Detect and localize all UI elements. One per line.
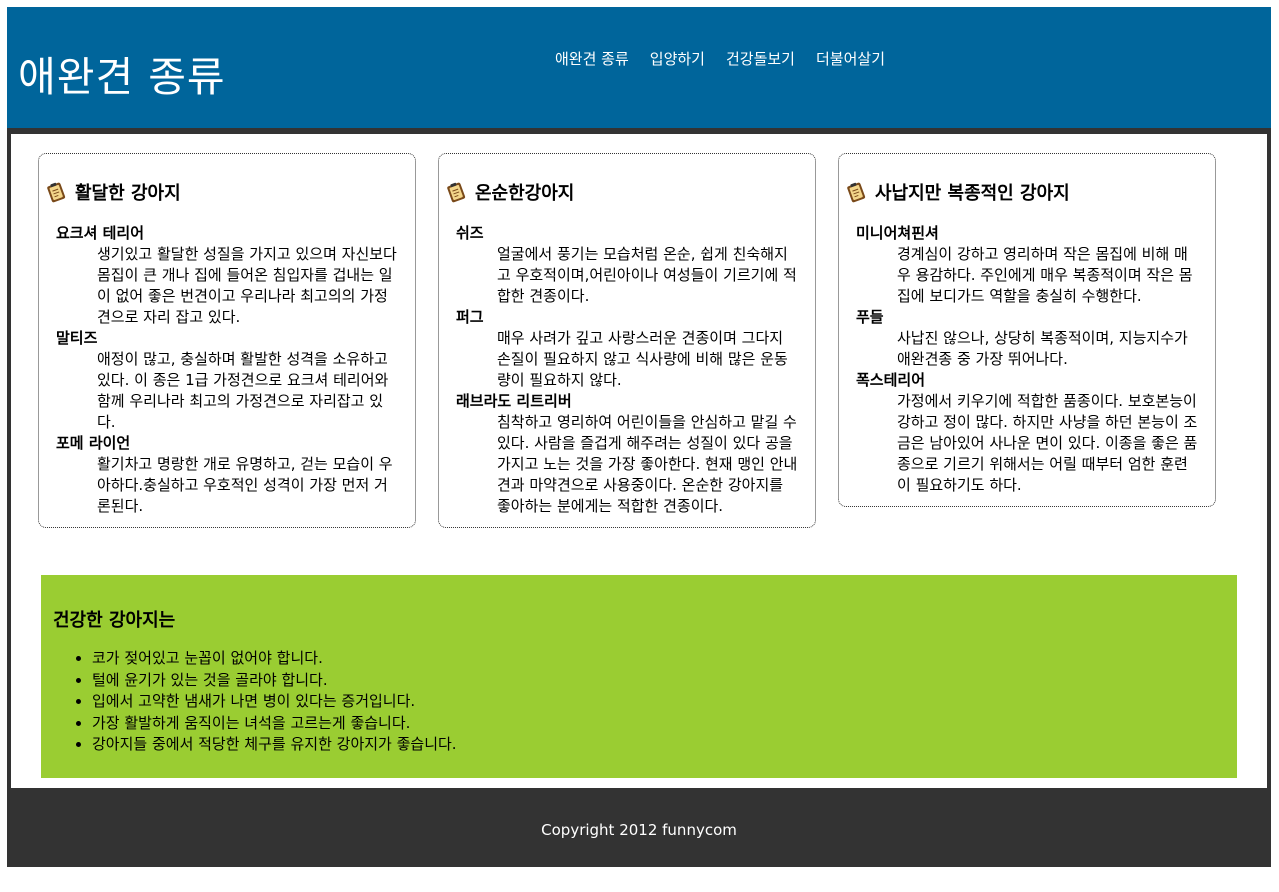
breed-name: 래브라도 리트리버 [456,392,572,410]
breed-description: 침착하고 영리하여 어린이들을 안심하고 맡길 수 있다. 사람을 즐겁게 해주… [497,413,798,515]
nav-link-adoption[interactable]: 입양하기 [650,48,705,69]
nav-link-breeds[interactable]: 애완견 종류 [555,48,629,69]
list-item: 털에 윤기가 있는 것을 골라야 합니다. [92,670,457,692]
breed-list: 요크셔 테리어 생기있고 활달한 성질을 가지고 있으며 자신보다 몸집이 큰 … [56,223,401,517]
list-item: 강아지들 중에서 적당한 체구를 유지한 강아지가 좋습니다. [92,734,457,756]
site-footer: Copyright 2012 funnycom [7,788,1271,867]
main-nav: 애완견 종류 입양하기 건강돌보기 더불어살기 [555,48,885,69]
breed-name: 포메 라이언 [56,434,131,452]
breed-description: 가정에서 키우기에 적합한 품종이다. 보호본능이 강하고 정이 많다. 하지만… [897,392,1198,494]
card-title: 활달한 강아지 [75,183,181,204]
breed-list: 쉬즈 얼굴에서 풍기는 모습처럼 온순, 쉽게 친숙해지고 우호적이며,어린아이… [456,223,801,517]
notepad-icon [447,182,466,203]
health-list: 코가 젖어있고 눈꼽이 없어야 합니다. 털에 윤기가 있는 것을 골라야 합니… [51,648,457,756]
breed-description: 생기있고 활달한 성질을 가지고 있으며 자신보다 몸집이 큰 개나 집에 들어… [97,245,397,326]
breed-list: 미니어쳐핀셔 경계심이 강하고 영리하며 작은 몸집에 비해 매우 용감하다. … [856,223,1201,496]
breed-description: 매우 사려가 깊고 사랑스러운 견종이며 그다지 손질이 필요하지 않고 식사량… [497,329,788,389]
breed-name: 요크셔 테리어 [56,224,145,242]
main-content: 활달한 강아지 요크셔 테리어 생기있고 활달한 성질을 가지고 있으며 자신보… [11,134,1267,788]
card-title: 사납지만 복종적인 강아지 [875,183,1070,204]
breed-name: 푸들 [856,308,884,326]
health-title: 건강한 강아지는 [53,610,176,631]
breed-description: 애정이 많고, 충실하며 활발한 성격을 소유하고있다. 이 종은 1급 가정견… [97,350,389,431]
healthy-dog-panel: 건강한 강아지는 코가 젖어있고 눈꼽이 없어야 합니다. 털에 윤기가 있는 … [41,575,1237,778]
nav-link-living-together[interactable]: 더불어살기 [816,48,885,69]
notepad-icon [47,182,66,203]
list-item: 코가 젖어있고 눈꼽이 없어야 합니다. [92,648,457,670]
breed-description: 얼굴에서 풍기는 모습처럼 온순, 쉽게 친숙해지고 우호적이며,어린아이나 여… [497,245,797,305]
breed-name: 쉬즈 [456,224,484,242]
breed-name: 말티즈 [56,329,98,347]
breed-name: 폭스테리어 [856,371,926,389]
card-gentle-dogs: 온순한강아지 쉬즈 얼굴에서 풍기는 모습처럼 온순, 쉽게 친숙해지고 우호적… [438,153,816,528]
list-item: 가장 활발하게 움직이는 녀석을 고르는게 좋습니다. [92,713,457,735]
nav-link-health-care[interactable]: 건강돌보기 [726,48,795,69]
breed-description: 활기차고 명랑한 개로 유명하고, 걷는 모습이 우아하다.충실하고 우호적인 … [97,455,393,515]
breed-description: 경계심이 강하고 영리하며 작은 몸집에 비해 매우 용감하다. 주인에게 매우… [897,245,1193,305]
breed-name: 미니어쳐핀셔 [856,224,939,242]
card-fierce-obedient-dogs: 사납지만 복종적인 강아지 미니어쳐핀셔 경계심이 강하고 영리하며 작은 몸집… [838,153,1216,507]
copyright-text: Copyright 2012 funnycom [541,821,737,839]
site-header: 애완견 종류 애완견 종류 입양하기 건강돌보기 더불어살기 [7,7,1271,128]
list-item: 입에서 고약한 냄새가 나면 병이 있다는 증거입니다. [92,691,457,713]
card-lively-dogs: 활달한 강아지 요크셔 테리어 생기있고 활달한 성질을 가지고 있으며 자신보… [38,153,416,528]
breed-description: 사납진 않으나, 상당히 복종적이며, 지능지수가 애완견종 중 가장 뛰어나다… [897,329,1188,368]
card-title: 온순한강아지 [475,183,575,204]
site-title: 애완견 종류 [18,53,226,101]
notepad-icon [847,182,866,203]
breed-name: 퍼그 [456,308,484,326]
